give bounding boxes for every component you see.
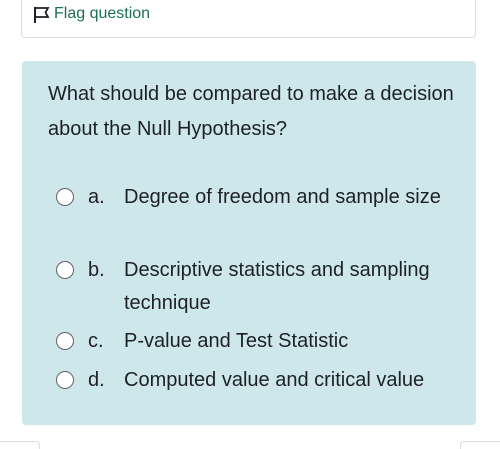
answer-list: a. Degree of freedom and sample size b. … <box>22 61 476 425</box>
next-card-edge-right <box>460 441 500 449</box>
flag-question-label[interactable]: Flag question <box>54 4 150 24</box>
answer-text[interactable]: Computed value and critical value <box>124 364 469 397</box>
answer-text[interactable]: Degree of freedom and sample size <box>124 181 469 214</box>
flag-question-link[interactable]: Flag question <box>33 4 150 24</box>
radio-button-c[interactable] <box>56 332 74 350</box>
next-card-edge-left <box>0 441 40 449</box>
radio-button-d[interactable] <box>56 371 74 389</box>
flag-question-card: Flag question <box>21 0 476 38</box>
answer-letter: b. <box>88 259 105 281</box>
answer-letter: c. <box>88 330 104 352</box>
answer-text[interactable]: Descriptive statistics and sampling tech… <box>124 254 469 320</box>
answer-text[interactable]: P-value and Test Statistic <box>124 325 469 358</box>
radio-button-b[interactable] <box>56 261 74 279</box>
radio-button-a[interactable] <box>56 188 74 206</box>
question-card: What should be compared to make a decisi… <box>22 61 476 425</box>
answer-letter: a. <box>88 186 105 208</box>
flag-icon[interactable] <box>33 5 52 24</box>
answer-letter: d. <box>88 369 105 391</box>
